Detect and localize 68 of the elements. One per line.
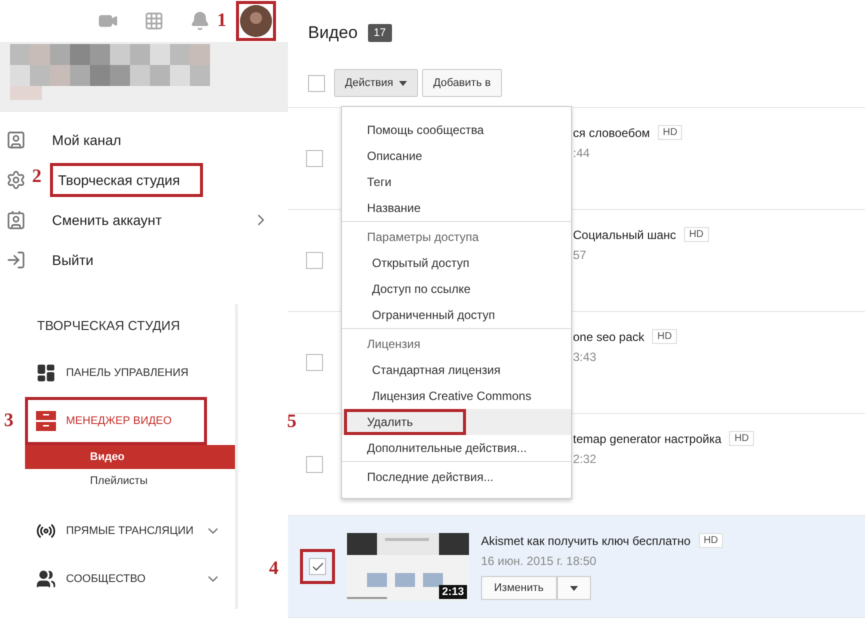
annotation-number: 4 (269, 558, 278, 580)
toolbar-button[interactable]: Действия (334, 69, 418, 97)
hd-label: HD (658, 125, 682, 140)
menu-item[interactable]: Выйти (44, 246, 102, 274)
nav-subitem[interactable]: Видео (25, 445, 235, 469)
people-icon (36, 569, 56, 589)
nav-item[interactable]: ПРЯМЫЕ ТРАНСЛЯЦИИ (66, 525, 205, 537)
menu-item[interactable]: Стандартная лицензия (342, 357, 571, 383)
menu-item[interactable]: Теги (342, 169, 571, 195)
video-title[interactable]: temap generator настройка (573, 432, 722, 446)
hd-label: HD (652, 329, 677, 344)
nav-subitem[interactable]: Плейлисты (25, 469, 235, 493)
menu-item[interactable]: Открытый доступ (342, 250, 571, 276)
apps-grid-icon[interactable] (144, 11, 164, 31)
account-switch-icon (6, 210, 26, 230)
person-icon (6, 130, 26, 150)
menu-item[interactable]: Лицензия Creative Commons (342, 383, 571, 409)
menu-item[interactable]: Доступ по ссылке (342, 276, 571, 302)
menu-item[interactable]: Дополнительные действия... (342, 435, 571, 461)
menu-item[interactable]: Ограниченный доступ (342, 302, 571, 328)
nav-item[interactable]: ПАНЕЛЬ УПРАВЛЕНИЯ (66, 367, 221, 379)
annotation-number: 2 (32, 166, 42, 188)
menu-section-header: Лицензия (366, 336, 422, 353)
row-checkbox[interactable] (306, 252, 323, 269)
menu-item[interactable]: Творческая студия (50, 163, 203, 197)
settings-icon (6, 170, 26, 190)
annotation-number: 5 (287, 411, 296, 433)
drawer-icon (36, 411, 56, 431)
caret-icon (570, 586, 578, 590)
video-title[interactable]: one seo pack (573, 330, 644, 344)
annotation-number: 1 (217, 10, 226, 32)
nav-item[interactable]: МЕНЕДЖЕР ВИДЕО (66, 415, 190, 427)
dashboard-icon (36, 363, 56, 383)
menu-item[interactable]: Мой канал (44, 126, 130, 154)
menu-section-header: Параметры доступа (366, 229, 480, 246)
menu-item[interactable]: Название (342, 195, 571, 221)
row-checkbox[interactable] (306, 354, 323, 371)
edit-button[interactable]: Изменить (481, 576, 557, 600)
row-checkbox[interactable] (306, 150, 323, 167)
video-date: 2:32 (573, 452, 598, 466)
video-title[interactable]: ся словоебом (573, 126, 650, 140)
dropdown-button[interactable] (556, 576, 591, 600)
hd-label: HD (729, 431, 754, 446)
login-icon (6, 250, 26, 270)
video-date: 3:43 (573, 350, 598, 364)
annotation-number: 3 (4, 410, 14, 432)
video-date: :44 (573, 146, 591, 160)
row-checkbox[interactable] (309, 558, 326, 575)
video-date: 16 июн. 2015 г. 18:50 (481, 554, 598, 568)
dropdown-caret-icon (399, 80, 408, 86)
page-title: Видео (308, 23, 358, 43)
menu-item[interactable]: Сменить аккаунт (44, 206, 170, 234)
video-count: 17 (368, 24, 392, 42)
annotation-frame: Удалить (344, 409, 466, 435)
hd-label: HD (684, 227, 709, 242)
section-title: ТВОРЧЕСКАЯ СТУДИЯ (36, 318, 182, 333)
row-checkbox[interactable] (306, 456, 323, 473)
video-title[interactable]: Социальный шанс (573, 228, 676, 242)
video-date: 57 (573, 248, 588, 262)
notifications-icon[interactable] (190, 11, 210, 31)
menu-item[interactable]: Помощь сообщества (342, 117, 571, 143)
menu-item[interactable]: Описание (342, 143, 571, 169)
toolbar-button[interactable]: Добавить в (422, 69, 502, 97)
video-title[interactable]: Akismet как получить ключ бесплатно (481, 534, 691, 548)
menu-item[interactable]: Последние действия... (342, 464, 571, 490)
nav-item[interactable]: СООБЩЕСТВО (66, 573, 205, 585)
select-all-checkbox[interactable] (308, 74, 325, 92)
hd-label: HD (698, 533, 724, 548)
